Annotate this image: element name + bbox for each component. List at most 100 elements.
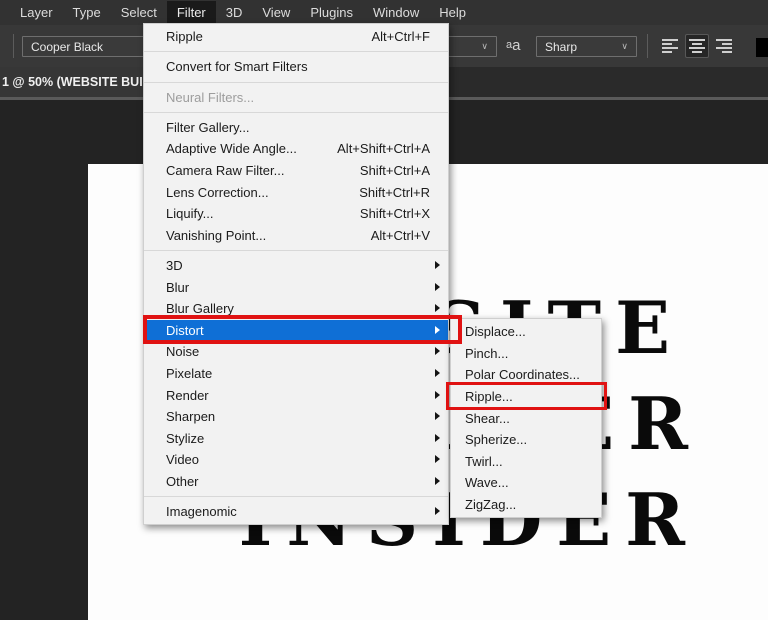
- anti-alias-value: Sharp: [545, 40, 577, 54]
- text-color-swatch[interactable]: [756, 38, 768, 57]
- filter-menu-item-noise[interactable]: Noise: [144, 341, 448, 363]
- filter-menu-item-pixelate[interactable]: Pixelate: [144, 363, 448, 385]
- menu-item-label: Other: [166, 474, 199, 489]
- submenu-arrow-icon: [435, 326, 440, 334]
- menu-item-label: Sharpen: [166, 409, 215, 424]
- filter-menu-item-vanishing-point[interactable]: Vanishing Point... Alt+Ctrl+V: [144, 225, 448, 247]
- menu-item-label: Ripple: [166, 29, 203, 44]
- submenu-item-pinch[interactable]: Pinch...: [451, 343, 601, 365]
- submenu-item-ripple[interactable]: Ripple...: [451, 386, 601, 408]
- menu-item-label: 3D: [166, 258, 183, 273]
- submenu-item-displace[interactable]: Displace...: [451, 321, 601, 343]
- menu-item-label: Spherize...: [465, 432, 527, 447]
- menu-separator: [144, 112, 448, 113]
- menu-item-label: Twirl...: [465, 454, 503, 469]
- filter-menu-item-neural-filters[interactable]: Neural Filters...: [144, 86, 448, 108]
- filter-menu-item-distort[interactable]: Distort: [144, 320, 448, 342]
- submenu-item-polar-coordinates[interactable]: Polar Coordinates...: [451, 364, 601, 386]
- menu-item-label: Distort: [166, 323, 204, 338]
- submenu-arrow-icon: [435, 507, 440, 515]
- submenu-arrow-icon: [435, 455, 440, 463]
- filter-menu-item-camera-raw-filter[interactable]: Camera Raw Filter... Shift+Ctrl+A: [144, 160, 448, 182]
- menu-item-label: Filter Gallery...: [166, 120, 250, 135]
- filter-menu-item-lens-correction[interactable]: Lens Correction... Shift+Ctrl+R: [144, 181, 448, 203]
- divider: [13, 34, 14, 58]
- filter-menu-item-blur[interactable]: Blur: [144, 276, 448, 298]
- menubar-item-help[interactable]: Help: [429, 1, 476, 24]
- menu-item-label: Noise: [166, 344, 199, 359]
- filter-menu-item-other[interactable]: Other: [144, 471, 448, 493]
- filter-menu-item-blur-gallery[interactable]: Blur Gallery: [144, 298, 448, 320]
- menu-item-label: Vanishing Point...: [166, 228, 266, 243]
- menu-item-label: ZigZag...: [465, 497, 516, 512]
- menubar-item-type[interactable]: Type: [63, 1, 111, 24]
- align-left-button[interactable]: [658, 34, 682, 58]
- menu-item-shortcut: Alt+Ctrl+V: [371, 228, 448, 243]
- filter-menu-item-liquify[interactable]: Liquify...Shift+Ctrl+X: [144, 203, 448, 225]
- menu-item-label: Convert for Smart Filters: [166, 59, 308, 74]
- menu-item-shortcut: Shift+Ctrl+R: [359, 185, 448, 200]
- submenu-arrow-icon: [435, 347, 440, 355]
- menu-item-label: Pinch...: [465, 346, 508, 361]
- menu-item-label: Render: [166, 388, 209, 403]
- divider: [647, 34, 648, 58]
- anti-alias-select[interactable]: Sharp ∨: [536, 36, 637, 57]
- menu-item-label: Video: [166, 452, 199, 467]
- menu-item-label: Camera Raw Filter...: [166, 163, 284, 178]
- filter-menu-item-3d[interactable]: 3D: [144, 255, 448, 277]
- filter-menu-item-adaptive-wide-angle[interactable]: Adaptive Wide Angle... Alt+Shift+Ctrl+A: [144, 138, 448, 160]
- menubar-item-3d[interactable]: 3D: [216, 1, 253, 24]
- submenu-item-shear[interactable]: Shear...: [451, 407, 601, 429]
- anti-alias-icon: aa: [506, 37, 520, 54]
- submenu-arrow-icon: [435, 261, 440, 269]
- filter-menu-item-stylize[interactable]: Stylize: [144, 427, 448, 449]
- align-left-icon: [661, 38, 679, 54]
- submenu-item-twirl[interactable]: Twirl...: [451, 451, 601, 473]
- filter-menu-item-convert-for-smart-filters[interactable]: Convert for Smart Filters: [144, 56, 448, 78]
- photoshop-window: WEBSITEBUILDERINSIDER LayerTypeSelectFil…: [0, 0, 768, 620]
- menu-separator: [144, 51, 448, 52]
- menu-item-label: Shear...: [465, 411, 510, 426]
- menubar-item-layer[interactable]: Layer: [10, 1, 63, 24]
- distort-submenu: Displace... Pinch... Polar Coordinates...R…: [450, 318, 602, 518]
- menubar-item-window[interactable]: Window: [363, 1, 429, 24]
- menu-bar: LayerTypeSelectFilter3DViewPluginsWindow…: [0, 0, 768, 25]
- menu-item-shortcut: Shift+Ctrl+A: [360, 163, 448, 178]
- menubar-item-filter[interactable]: Filter: [167, 1, 216, 24]
- menu-item-label: Neural Filters...: [166, 90, 254, 105]
- submenu-arrow-icon: [435, 477, 440, 485]
- align-center-button[interactable]: [685, 34, 709, 58]
- filter-menu-item-render[interactable]: Render: [144, 384, 448, 406]
- filter-menu-item-imagenomic[interactable]: Imagenomic: [144, 501, 448, 523]
- submenu-arrow-icon: [435, 369, 440, 377]
- menu-item-label: Stylize: [166, 431, 204, 446]
- submenu-arrow-icon: [435, 391, 440, 399]
- submenu-item-wave[interactable]: Wave...: [451, 472, 601, 494]
- font-family-value: Cooper Black: [31, 40, 103, 54]
- filter-menu-item-ripple[interactable]: RippleAlt+Ctrl+F: [144, 26, 448, 48]
- menu-item-shortcut: Alt+Shift+Ctrl+A: [337, 141, 448, 156]
- submenu-arrow-icon: [435, 283, 440, 291]
- menu-item-label: Blur: [166, 280, 189, 295]
- menu-item-label: Blur Gallery: [166, 301, 234, 316]
- menu-separator: [144, 250, 448, 251]
- submenu-arrow-icon: [435, 412, 440, 420]
- filter-menu-item-video[interactable]: Video: [144, 449, 448, 471]
- chevron-down-icon: ∨: [615, 41, 628, 52]
- menubar-item-select[interactable]: Select: [111, 1, 167, 24]
- menu-item-label: Wave...: [465, 475, 509, 490]
- submenu-item-zigzag[interactable]: ZigZag...: [451, 494, 601, 516]
- menubar-item-plugins[interactable]: Plugins: [300, 1, 363, 24]
- align-center-icon: [688, 38, 706, 54]
- chevron-down-icon: ∨: [475, 41, 488, 52]
- menu-item-label: Lens Correction...: [166, 185, 269, 200]
- document-tab-title: 1 @ 50% (WEBSITE BUIL: [2, 75, 150, 89]
- align-right-icon: [715, 38, 733, 54]
- menu-item-label: Adaptive Wide Angle...: [166, 141, 297, 156]
- menubar-item-view[interactable]: View: [252, 1, 300, 24]
- submenu-item-spherize[interactable]: Spherize...: [451, 429, 601, 451]
- align-right-button[interactable]: [712, 34, 736, 58]
- menu-item-label: Imagenomic: [166, 504, 237, 519]
- filter-menu-item-sharpen[interactable]: Sharpen: [144, 406, 448, 428]
- filter-menu-item-filter-gallery[interactable]: Filter Gallery...: [144, 117, 448, 139]
